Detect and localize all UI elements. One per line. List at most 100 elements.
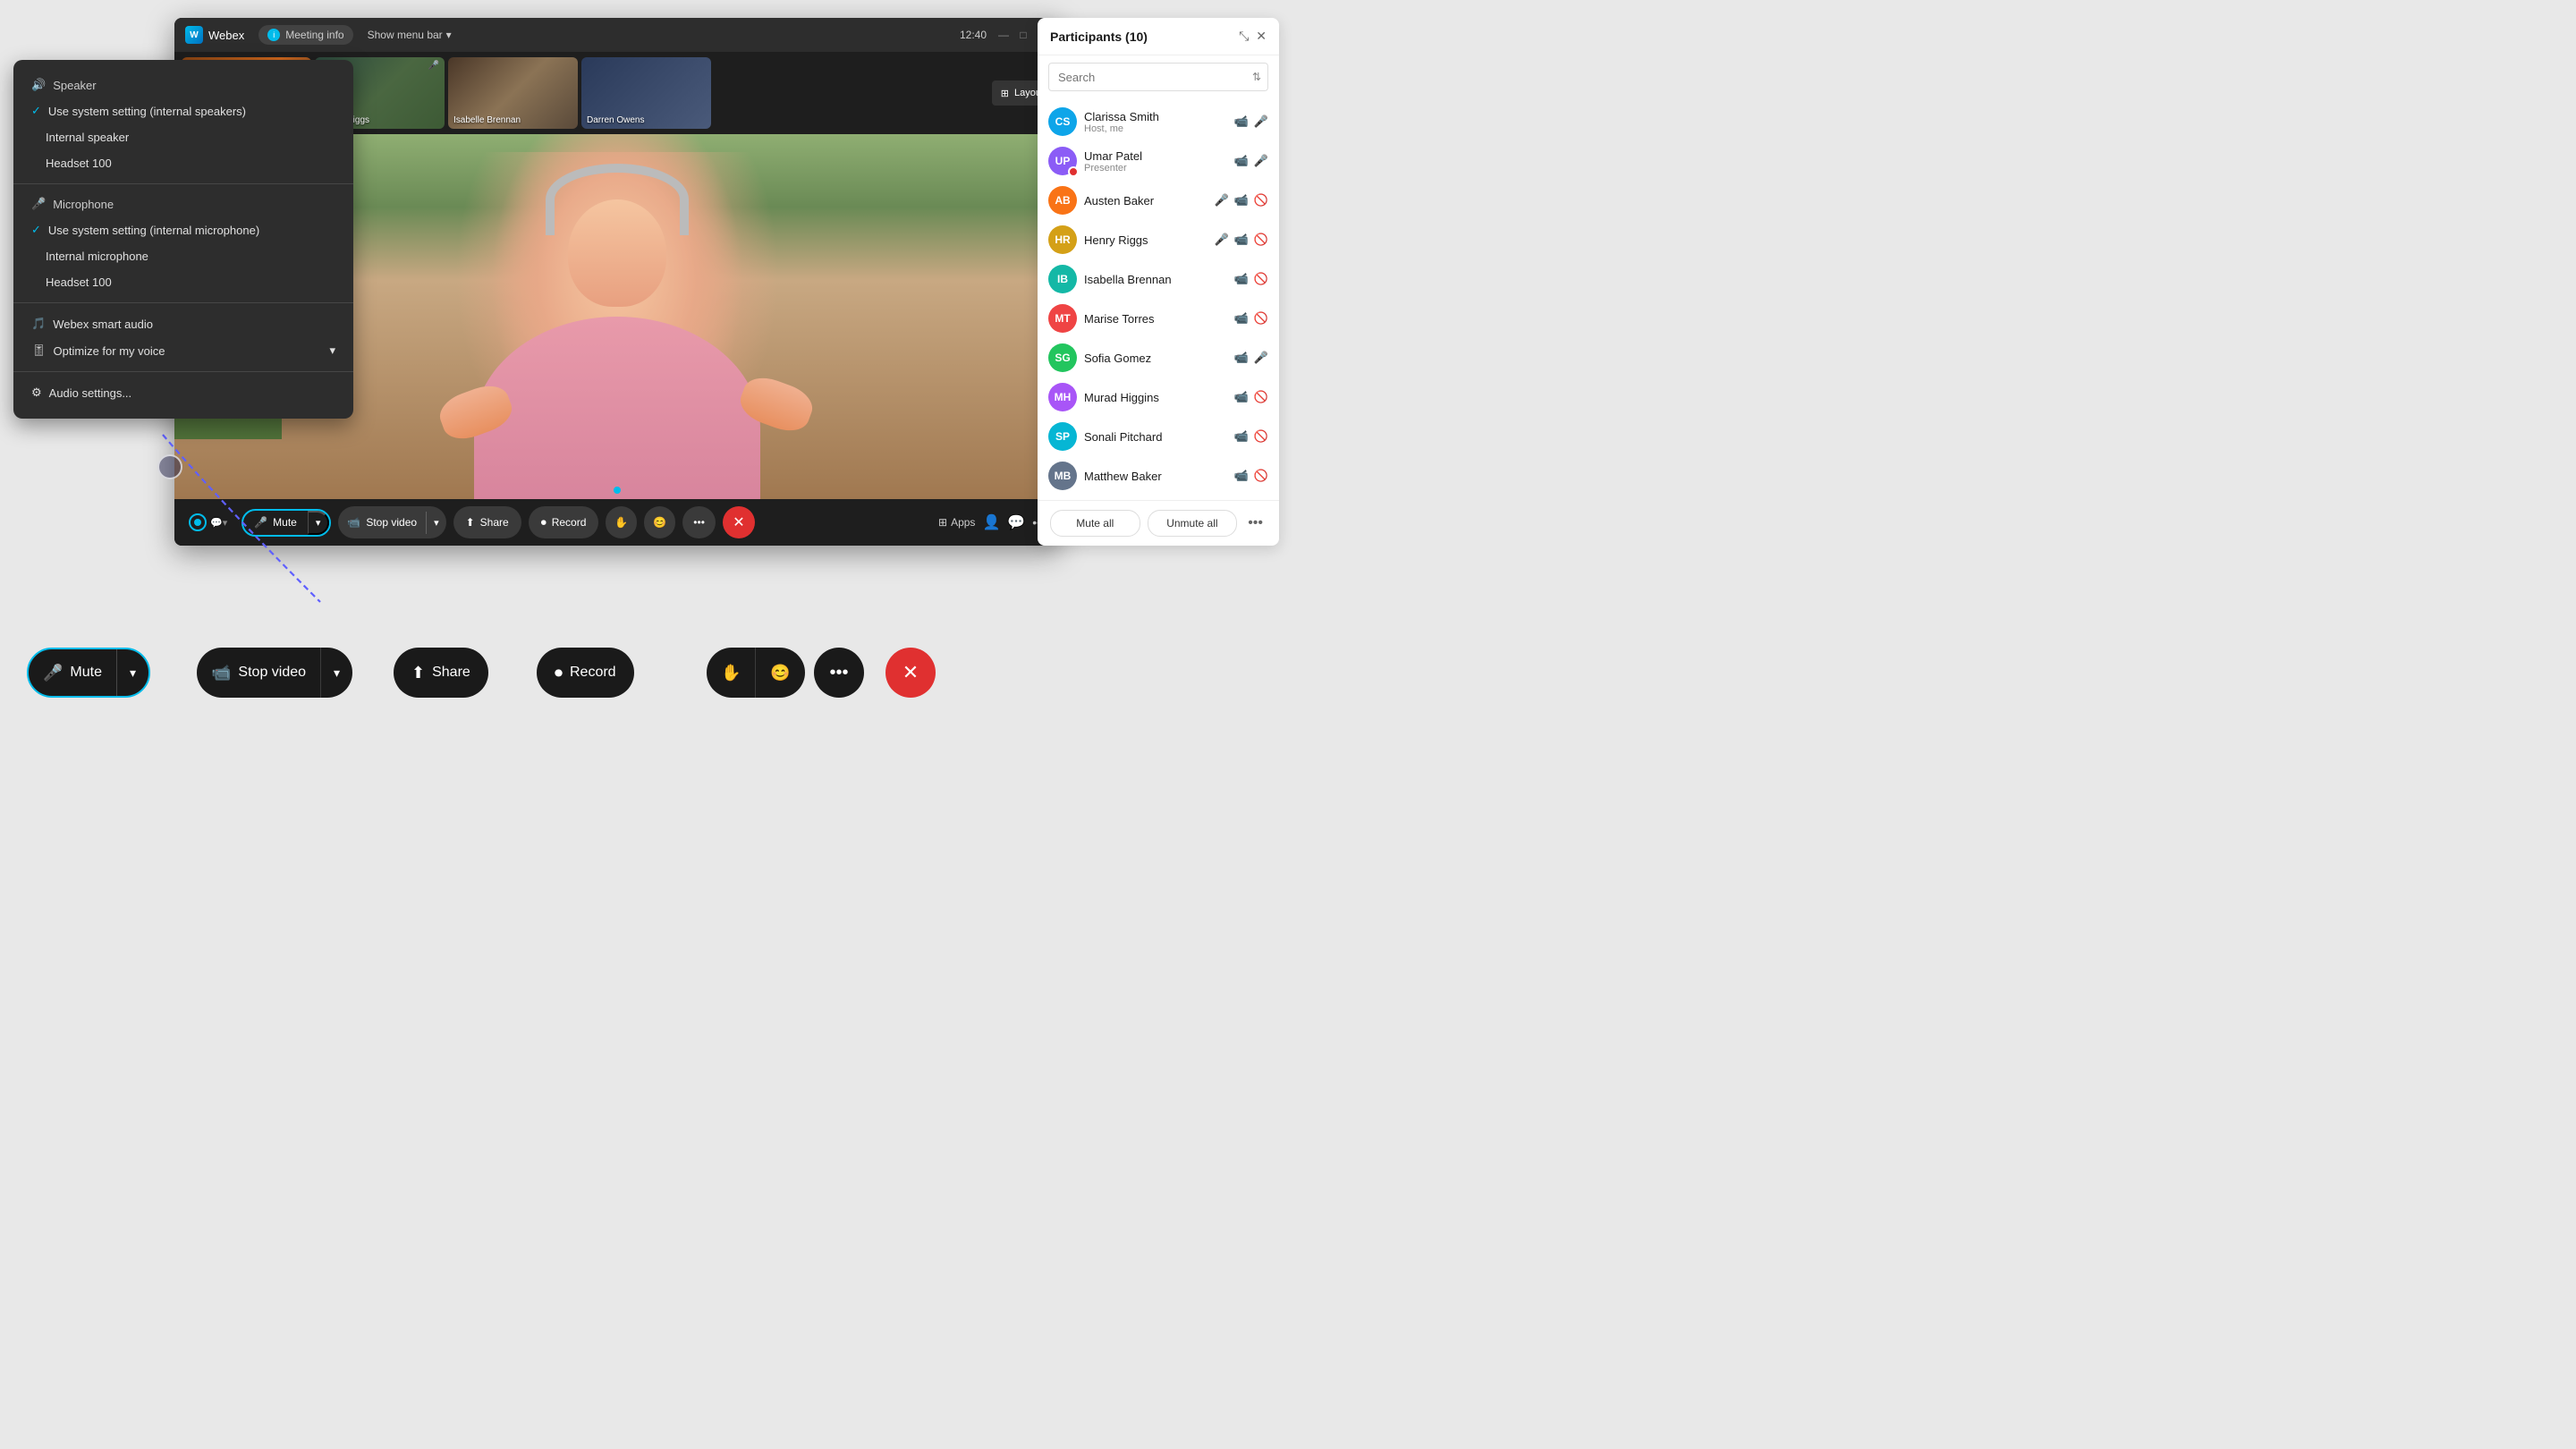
- search-input[interactable]: [1048, 63, 1268, 91]
- reactions-icon: 😊: [653, 516, 666, 529]
- participant-item[interactable]: MT Marise Torres 📹 🚫: [1038, 299, 1279, 338]
- avatar: AB: [1048, 186, 1077, 215]
- bottom-mute-main[interactable]: 🎤 Mute: [29, 664, 116, 682]
- stop-video-label: Stop video: [366, 516, 417, 529]
- participant-controls: 📹 🚫: [1234, 429, 1268, 444]
- bottom-stop-video-chevron[interactable]: ▾: [320, 648, 352, 698]
- participant-item[interactable]: SG Sofia Gomez 📹 🎤: [1038, 338, 1279, 377]
- bottom-share-button[interactable]: ⬆ Share: [394, 648, 488, 698]
- bottom-more-button[interactable]: •••: [814, 648, 864, 698]
- meeting-info-icon: i: [267, 29, 280, 41]
- record-button[interactable]: ⏺ Record: [529, 506, 599, 538]
- headset-speaker-label: Headset 100: [46, 157, 112, 170]
- participant-item[interactable]: CS Clarissa Smith Host, me 📹 🎤: [1038, 102, 1279, 141]
- thumb-mic-2: 🎤: [428, 61, 439, 71]
- bottom-raise-hand[interactable]: ✋: [707, 648, 756, 698]
- optimize-voice-item[interactable]: 🎚 Optimize for my voice ▾: [13, 337, 353, 364]
- video-ctrl-icon: 📹: [1234, 272, 1249, 286]
- video-ctrl-icon: 📹: [1234, 390, 1249, 404]
- participant-info: Marise Torres: [1084, 312, 1227, 326]
- participant-item[interactable]: UP Umar Patel Presenter 📹 🎤: [1038, 141, 1279, 181]
- thumbnail-4[interactable]: Darren Owens: [581, 57, 711, 129]
- close-panel-icon[interactable]: ✕: [1256, 29, 1267, 44]
- chat-icon[interactable]: 💬▾: [210, 517, 227, 529]
- muted-icon: 🚫: [1254, 311, 1268, 326]
- bottom-mute-chevron[interactable]: ▾: [116, 649, 148, 696]
- participant-item[interactable]: HR Henry Riggs 🎤 📹 🚫: [1038, 220, 1279, 259]
- time-display: 12:40: [960, 29, 987, 41]
- end-call-button[interactable]: ✕: [723, 506, 755, 538]
- meeting-info-button[interactable]: i Meeting info: [258, 25, 352, 45]
- bottom-gesture-group: ✋ 😊: [707, 648, 805, 698]
- share-button[interactable]: ⬆ Share: [453, 506, 521, 538]
- participant-item[interactable]: MH Murad Higgins 📹 🚫: [1038, 377, 1279, 417]
- thumbnail-3[interactable]: Isabelle Brennan: [448, 57, 578, 129]
- search-icon: ⇅: [1252, 71, 1261, 83]
- participant-info: Austen Baker: [1084, 194, 1207, 208]
- more-options-button[interactable]: •••: [682, 506, 716, 538]
- participant-item[interactable]: AB Austen Baker 🎤 📹 🚫: [1038, 181, 1279, 220]
- participant-item[interactable]: SP Sonali Pitchard 📹 🚫: [1038, 417, 1279, 456]
- reactions-button[interactable]: 😊: [644, 506, 675, 538]
- stop-video-button[interactable]: 📹 Stop video: [338, 511, 426, 534]
- unmute-all-button[interactable]: Unmute all: [1148, 510, 1238, 537]
- avatar: MH: [1048, 383, 1077, 411]
- settings-icon: ⚙: [31, 386, 42, 400]
- use-system-speaker-item[interactable]: ✓ Use system setting (internal speakers): [13, 97, 353, 124]
- footer-more-icon[interactable]: •••: [1244, 512, 1267, 535]
- bottom-end-call-button[interactable]: ✕: [886, 648, 936, 698]
- bottom-reactions[interactable]: 😊: [756, 648, 804, 698]
- check-icon-mic: ✓: [31, 223, 41, 237]
- share-icon: ⬆: [466, 516, 475, 529]
- bottom-mic-icon: 🎤: [43, 664, 63, 682]
- divider-2: [13, 302, 353, 303]
- avatar: SP: [1048, 422, 1077, 451]
- participant-controls: 🎤 📹 🚫: [1214, 233, 1268, 247]
- participant-item[interactable]: IB Isabella Brennan 📹 🚫: [1038, 259, 1279, 299]
- video-ctrl-icon: 📹: [1234, 193, 1249, 208]
- bottom-video-icon: 📹: [211, 664, 231, 682]
- optimize-icon: 🎚: [31, 343, 47, 358]
- minimize-button[interactable]: —: [997, 29, 1010, 41]
- participant-name: Matthew Baker: [1084, 470, 1227, 483]
- participant-item[interactable]: MB Matthew Baker 📹 🚫: [1038, 456, 1279, 496]
- search-box: ⇅: [1048, 63, 1268, 91]
- maximize-button[interactable]: □: [1017, 29, 1030, 41]
- webex-smart-audio-item[interactable]: 🎵 Webex smart audio: [13, 310, 353, 337]
- webex-smart-audio-label: Webex smart audio: [53, 318, 153, 331]
- stop-video-chevron[interactable]: ▾: [426, 512, 446, 534]
- mute-all-button[interactable]: Mute all: [1050, 510, 1140, 537]
- mute-button[interactable]: 🎤 Mute: [243, 512, 308, 533]
- audio-settings-label: Audio settings...: [49, 386, 132, 400]
- mic-off-icon: 🎤: [1214, 193, 1228, 208]
- expand-icon[interactable]: ⤡: [1239, 29, 1249, 44]
- bottom-record-button[interactable]: ⏺ Record: [537, 648, 634, 698]
- video-ctrl-icon: 📹: [1234, 429, 1249, 444]
- audio-settings-item[interactable]: ⚙ Audio settings...: [13, 379, 353, 406]
- raise-hand-button[interactable]: ✋: [606, 506, 637, 538]
- mute-chevron[interactable]: ▾: [308, 511, 330, 535]
- stop-video-button-group[interactable]: 📹 Stop video ▾: [338, 506, 445, 538]
- show-menu-button[interactable]: Show menu bar ▾: [368, 29, 452, 41]
- participant-controls: 📹 🎤: [1234, 351, 1268, 365]
- use-system-mic-item[interactable]: ✓ Use system setting (internal microphon…: [13, 216, 353, 243]
- record-icon: ⏺: [541, 516, 547, 530]
- participants-toggle[interactable]: 👤: [982, 513, 1000, 531]
- chat-toggle[interactable]: 💬: [1007, 513, 1025, 531]
- participant-controls: 📹 🚫: [1234, 311, 1268, 326]
- internal-speaker-item[interactable]: Internal speaker: [13, 124, 353, 150]
- participant-name: Clarissa Smith: [1084, 110, 1227, 123]
- headset-100-speaker-item[interactable]: Headset 100: [13, 150, 353, 176]
- optimize-voice-label: Optimize for my voice: [54, 344, 165, 358]
- headset-100-mic-item[interactable]: Headset 100: [13, 269, 353, 295]
- apps-button[interactable]: ⊞ Apps: [938, 516, 975, 529]
- participant-info: Umar Patel Presenter: [1084, 149, 1227, 174]
- app-logo: W Webex: [185, 26, 244, 44]
- internal-mic-item[interactable]: Internal microphone: [13, 243, 353, 269]
- participant-controls: 📹 🚫: [1234, 272, 1268, 286]
- smart-audio-icon: 🎵: [31, 317, 46, 331]
- bottom-emoji-icon: 😊: [770, 664, 790, 682]
- bottom-stop-video-main[interactable]: 📹 Stop video: [197, 664, 320, 682]
- participant-name: Sonali Pitchard: [1084, 430, 1227, 444]
- participant-info: Matthew Baker: [1084, 470, 1227, 483]
